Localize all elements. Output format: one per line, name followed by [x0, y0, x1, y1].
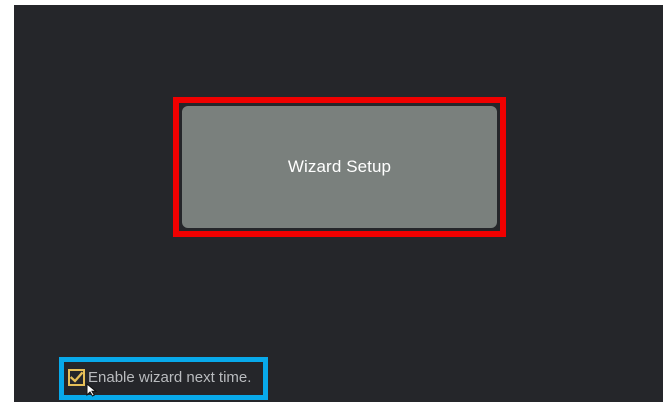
enable-wizard-highlight: Enable wizard next time.	[59, 357, 268, 400]
wizard-setup-button[interactable]: Wizard Setup	[182, 106, 497, 228]
wizard-setup-label: Wizard Setup	[287, 157, 392, 176]
enable-wizard-label: Enable wizard next time.	[88, 369, 252, 386]
checkmark-icon	[70, 371, 83, 383]
wizard-screen: Wizard Setup Enable wizard next time.	[14, 5, 663, 402]
enable-wizard-checkbox[interactable]	[68, 369, 85, 386]
wizard-setup-highlight: Wizard Setup	[173, 97, 506, 237]
enable-wizard-option[interactable]: Enable wizard next time.	[68, 369, 251, 386]
